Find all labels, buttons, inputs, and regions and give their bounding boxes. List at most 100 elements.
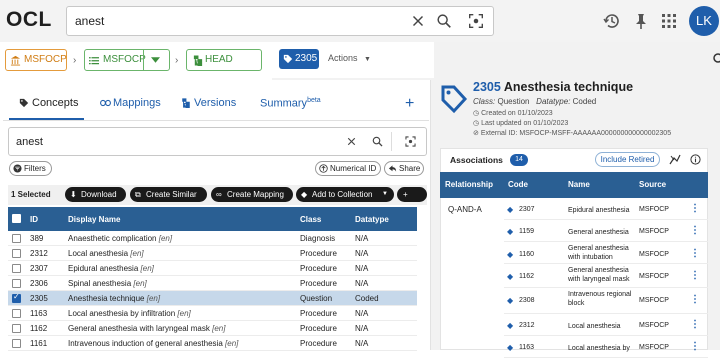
hierarchy-icon[interactable] [669, 154, 681, 165]
row-checkbox[interactable] [12, 279, 21, 288]
filters-button[interactable]: Filters [9, 161, 52, 176]
more-options-icon[interactable]: ⋮ [690, 225, 700, 236]
row-display-name[interactable]: General anesthesia with laryngeal mask [… [68, 324, 225, 333]
global-search-input[interactable]: anest [66, 6, 494, 36]
header-display-name[interactable]: Display Name [68, 215, 120, 224]
association-code[interactable]: 2312 [519, 322, 535, 329]
download-button[interactable]: ⬇ Download [65, 187, 126, 202]
history-icon[interactable] [602, 11, 622, 31]
actions-menu-button[interactable]: Actions ▼ [328, 53, 371, 63]
chevron-down-icon[interactable] [151, 57, 160, 63]
version-breadcrumb-button[interactable]: HEAD [186, 49, 262, 71]
row-display-name[interactable]: Anesthesia technique [en] [68, 294, 160, 303]
association-name: Local anesthesia by [568, 344, 630, 353]
concept-code[interactable]: 2305 [473, 80, 501, 94]
association-row[interactable]: ◆ 1159 General anesthesia MSFOCP [504, 220, 708, 242]
row-id[interactable]: 389 [30, 234, 43, 243]
create-mapping-button[interactable]: ∞ Create Mapping [211, 187, 293, 202]
more-options-icon[interactable]: ⋮ [690, 341, 700, 352]
table-row[interactable]: 1162 General anesthesia with laryngeal ma… [8, 321, 417, 336]
more-options-icon[interactable]: ⋮ [690, 270, 700, 281]
row-checkbox[interactable] [12, 324, 21, 333]
datatype-label: Datatype: [536, 97, 571, 106]
row-checkbox[interactable] [12, 339, 21, 348]
row-display-name[interactable]: Spinal anesthesia [en] [68, 279, 147, 288]
search-icon[interactable] [435, 12, 453, 30]
tag-icon: ◆ [507, 227, 514, 236]
select-all-checkbox[interactable] [12, 214, 21, 223]
row-id[interactable]: 2305 [30, 294, 48, 303]
row-checkbox[interactable] [12, 249, 21, 258]
ocl-logo[interactable]: OCL [6, 8, 52, 32]
tag-icon: ◆ [507, 205, 514, 214]
numerical-id-button[interactable]: Numerical ID [315, 161, 381, 176]
info-icon[interactable] [690, 154, 701, 165]
association-code[interactable]: 1162 [519, 273, 534, 280]
include-retired-toggle[interactable]: Include Retired [595, 152, 660, 167]
header-datatype[interactable]: Datatype [355, 215, 389, 224]
row-id[interactable]: 1163 [30, 309, 47, 318]
table-row[interactable]: 2306 Spinal anesthesia [en] Procedure N/A [8, 276, 417, 291]
source-breadcrumb-button[interactable]: MSFOCP [84, 49, 170, 71]
row-id[interactable]: 1161 [30, 339, 47, 348]
row-lang: [en] [177, 309, 191, 318]
table-row[interactable]: 2305 Anesthesia technique [en] Question Cod… [8, 291, 417, 306]
association-row[interactable]: ◆ 2307 Epidural anesthesia MSFOCP [504, 198, 708, 220]
row-checkbox[interactable] [12, 234, 21, 243]
header-class[interactable]: Class [300, 215, 321, 224]
row-checkbox[interactable] [12, 309, 21, 318]
association-code[interactable]: 1160 [519, 251, 534, 258]
association-name-line: with laryngeal mask [568, 276, 630, 283]
more-options-icon[interactable]: ⋮ [690, 203, 700, 214]
version-chip[interactable]: 2305 [279, 49, 319, 69]
row-display-name[interactable]: Local anesthesia by infiltration [en] [68, 309, 191, 318]
more-actions-button[interactable]: + [397, 187, 427, 202]
exact-match-icon[interactable] [467, 12, 485, 30]
concept-search-input[interactable]: anest [8, 127, 427, 156]
exact-match-icon[interactable] [404, 135, 417, 148]
row-display-name[interactable]: Epidural anesthesia [en] [68, 264, 154, 273]
create-similar-button[interactable]: ⧉ Create Similar [130, 187, 207, 202]
row-name-text: Anesthesia technique [68, 294, 145, 303]
table-row[interactable]: 2312 Local anesthesia [en] Procedure N/A [8, 246, 417, 261]
table-row[interactable]: 389 Anaesthetic complication [en] Diagnosi… [8, 231, 417, 246]
row-display-name[interactable]: Local anesthesia [en] [68, 249, 144, 258]
row-checkbox[interactable] [12, 264, 21, 273]
row-id[interactable]: 2307 [30, 264, 48, 273]
association-row[interactable]: ◆ 2308 Intravenous regional block MSFOCP [504, 288, 708, 314]
association-code[interactable]: 1159 [519, 228, 534, 235]
row-display-name[interactable]: Anaesthetic complication [en] [68, 234, 172, 243]
row-display-name[interactable]: Intravenous induction of general anesthe… [68, 339, 238, 348]
association-code[interactable]: 2307 [519, 206, 535, 213]
apps-grid-icon[interactable] [659, 11, 679, 31]
table-row[interactable]: 1161 Intravenous induction of general ane… [8, 336, 417, 351]
settings-icon[interactable] [712, 52, 720, 64]
clear-icon[interactable] [345, 135, 358, 148]
more-options-icon[interactable]: ⋮ [690, 319, 700, 330]
add-icon[interactable]: + [405, 95, 414, 113]
more-options-icon[interactable]: ⋮ [690, 248, 700, 259]
row-id[interactable]: 2312 [30, 249, 48, 258]
table-row[interactable]: 2307 Epidural anesthesia [en] Procedure N/A [8, 261, 417, 276]
header-id[interactable]: ID [30, 215, 38, 224]
pin-icon[interactable] [631, 11, 651, 31]
tab-versions[interactable]: Versions [181, 97, 236, 109]
row-id[interactable]: 2306 [30, 279, 48, 288]
search-icon[interactable] [371, 135, 384, 148]
more-options-icon[interactable]: ⋮ [690, 294, 700, 305]
tab-summary[interactable]: Summarybeta [260, 97, 321, 110]
association-code[interactable]: 2308 [519, 297, 535, 304]
row-id[interactable]: 1162 [30, 324, 47, 333]
association-row[interactable]: ◆ 1162 General anesthesia with laryngeal ma… [504, 264, 708, 288]
clear-icon[interactable] [409, 12, 427, 30]
association-row[interactable]: ◆ 1160 General anesthesia with intubation MS… [504, 242, 708, 264]
table-row[interactable]: 1163 Local anesthesia by infiltration [en… [8, 306, 417, 321]
tab-concepts[interactable]: Concepts [19, 97, 78, 109]
add-to-collection-button[interactable]: ◆ Add to Collection ▼ [296, 187, 394, 202]
user-avatar[interactable]: LK [689, 6, 719, 36]
association-row[interactable]: ◆ 2312 Local anesthesia MSFOCP [504, 314, 708, 336]
tab-mappings[interactable]: Mappings [100, 97, 161, 109]
org-breadcrumb-button[interactable]: MSFOCP [5, 49, 67, 71]
share-button[interactable]: Share [384, 161, 424, 176]
association-row[interactable]: ◆ 1163 Local anesthesia by MSFOCP [504, 336, 708, 358]
